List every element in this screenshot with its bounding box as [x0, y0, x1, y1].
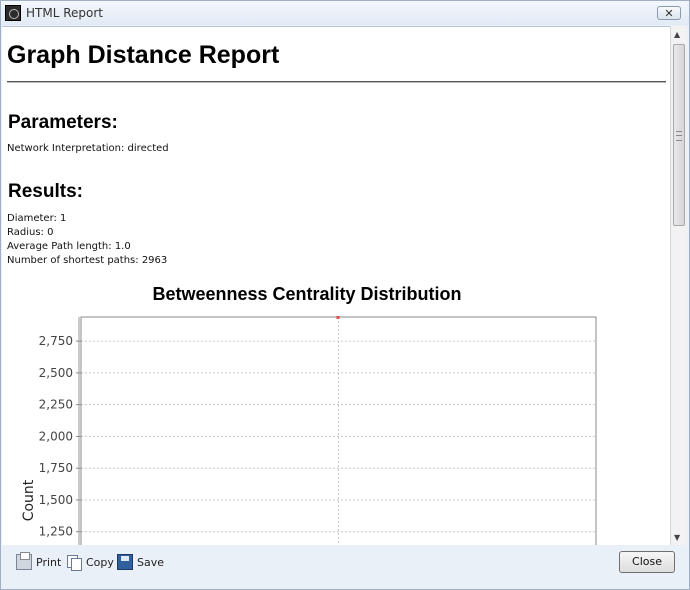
chart-plot: 2,7502,5002,2502,0001,7501,5001,2501,000…	[21, 316, 597, 545]
title-bar: HTML Report ✕	[1, 1, 689, 25]
report-title: Graph Distance Report	[7, 41, 280, 69]
y-tick-label: 1,500	[39, 493, 73, 507]
app-icon	[5, 5, 21, 21]
floppy-disk-icon	[117, 554, 133, 570]
scroll-down-arrow-icon[interactable]: ▼	[674, 533, 680, 542]
y-axis-label: Count	[21, 479, 37, 521]
y-tick-label: 1,250	[39, 525, 73, 539]
title-divider	[7, 81, 666, 83]
y-tick-label: 1,750	[39, 461, 73, 475]
betweenness-chart: Betweenness Centrality Distribution 2,75…	[2, 280, 670, 545]
radius-text: Radius: 0	[7, 227, 54, 238]
print-button[interactable]: Print	[16, 552, 62, 571]
window-close-button[interactable]: ✕	[657, 6, 681, 20]
diameter-text: Diameter: 1	[7, 213, 67, 224]
average-path-length-text: Average Path length: 1.0	[7, 241, 131, 252]
scrollbar-thumb[interactable]	[673, 44, 685, 226]
copy-button[interactable]: Copy	[66, 553, 114, 571]
y-tick-label: 2,000	[39, 429, 73, 443]
shortest-paths-text: Number of shortest paths: 2963	[7, 255, 168, 266]
printer-icon	[16, 552, 32, 570]
results-heading: Results:	[8, 181, 83, 202]
vertical-scrollbar[interactable]: ▲ ▼	[670, 26, 687, 545]
scroll-up-arrow-icon[interactable]: ▲	[674, 30, 680, 39]
button-bar: Print Copy Save Close	[2, 545, 688, 589]
copy-label: Copy	[86, 555, 114, 569]
network-interpretation-text: Network Interpretation: directed	[7, 143, 169, 154]
y-tick-label: 2,750	[39, 334, 73, 348]
save-label: Save	[137, 555, 165, 569]
save-button[interactable]: Save	[117, 553, 164, 571]
report-window: HTML Report ✕ Graph Distance Report Para…	[0, 0, 690, 590]
copy-icon	[66, 554, 82, 571]
parameters-heading: Parameters:	[8, 112, 118, 133]
window-title: HTML Report	[26, 6, 103, 20]
y-tick-label: 2,250	[39, 398, 73, 412]
y-tick-label: 2,500	[39, 366, 73, 380]
data-point	[336, 316, 340, 319]
print-label: Print	[36, 555, 62, 569]
grip-icon	[676, 131, 682, 141]
report-content: Graph Distance Report Parameters: Networ…	[2, 26, 670, 545]
close-button[interactable]: Close	[619, 551, 675, 573]
